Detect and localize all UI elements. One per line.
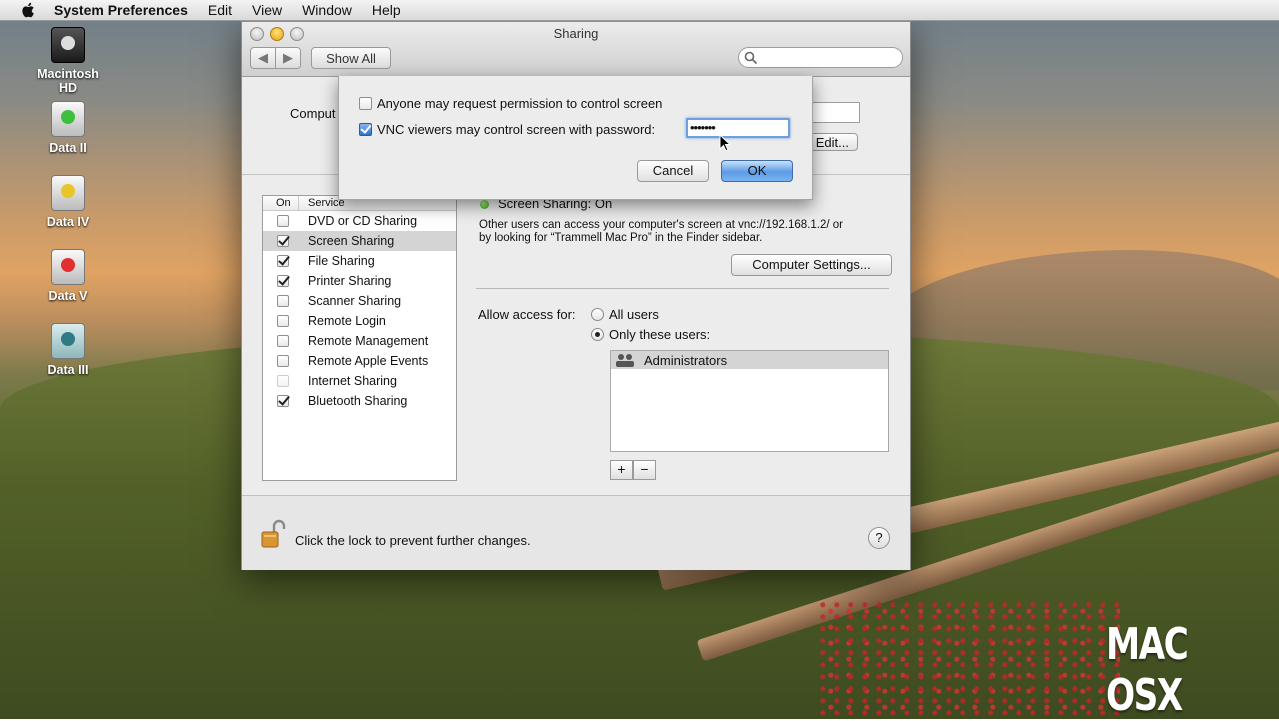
service-row-remote-login[interactable]: Remote Login	[263, 311, 456, 331]
external-disk-icon	[51, 175, 85, 211]
ok-button[interactable]: OK	[721, 160, 793, 182]
watermark-text: MAC OSX	[1106, 619, 1189, 721]
computer-name-field[interactable]	[810, 102, 860, 123]
service-checkbox[interactable]	[277, 395, 289, 407]
status-indicator-icon	[480, 200, 489, 209]
service-label: Scanner Sharing	[308, 294, 402, 308]
service-label: Remote Management	[308, 334, 429, 348]
service-label: Internet Sharing	[308, 374, 397, 388]
menu-window[interactable]: Window	[302, 2, 352, 18]
external-disk-icon	[51, 101, 85, 137]
help-button[interactable]: ?	[868, 527, 890, 549]
desktop-icon-data-iv[interactable]: Data IV	[28, 175, 108, 229]
lock-message: Click the lock to prevent further change…	[295, 533, 531, 548]
users-list: Administrators	[610, 350, 889, 452]
search-input[interactable]	[738, 47, 903, 68]
desktop-icon-label: Data II	[49, 141, 87, 155]
description-line: Other users can access your computer's s…	[479, 219, 843, 231]
request-permission-label[interactable]: Anyone may request permission to control…	[377, 96, 662, 111]
back-button[interactable]: ◀	[250, 47, 276, 69]
service-row-remote-apple-events[interactable]: Remote Apple Events	[263, 351, 456, 371]
forward-button[interactable]: ▶	[275, 47, 301, 69]
divider	[476, 288, 889, 289]
service-checkbox[interactable]	[277, 255, 289, 267]
service-label: Remote Apple Events	[308, 354, 429, 368]
vnc-password-checkbox[interactable]	[359, 123, 372, 136]
service-description: Other users can access your computer's s…	[479, 219, 879, 245]
desktop-icon-data-ii[interactable]: Data II	[28, 101, 108, 155]
all-users-label[interactable]: All users	[609, 307, 659, 322]
desktop-icon-label: Data IV	[46, 215, 90, 229]
request-permission-checkbox[interactable]	[359, 97, 372, 110]
service-checkbox[interactable]	[277, 335, 289, 347]
service-checkbox	[277, 375, 289, 387]
external-disk-icon	[51, 249, 85, 285]
service-checkbox[interactable]	[277, 275, 289, 287]
apple-menu-icon[interactable]	[20, 1, 38, 19]
menu-edit[interactable]: Edit	[208, 2, 232, 18]
user-label: Administrators	[644, 352, 728, 368]
computer-name-label: Comput	[290, 106, 336, 121]
computer-settings-button[interactable]: Computer Settings...	[731, 254, 892, 276]
service-row-dvd-sharing[interactable]: DVD or CD Sharing	[263, 211, 456, 231]
service-label: Printer Sharing	[308, 274, 392, 288]
service-checkbox[interactable]	[277, 295, 289, 307]
group-icon	[616, 354, 634, 367]
mouse-cursor-icon	[719, 134, 732, 152]
add-user-button[interactable]: +	[610, 460, 633, 480]
menu-app-name[interactable]: System Preferences	[54, 2, 188, 18]
menu-help[interactable]: Help	[372, 2, 401, 18]
desktop-icon-label: Macintosh HD	[37, 67, 99, 95]
service-row-internet-sharing[interactable]: Internet Sharing	[263, 371, 456, 391]
desktop-icon-data-v[interactable]: Data V	[28, 249, 108, 303]
only-these-users-radio[interactable]	[591, 328, 604, 341]
service-label: File Sharing	[308, 254, 375, 268]
cancel-button[interactable]: Cancel	[637, 160, 709, 182]
window-title: Sharing	[553, 26, 599, 41]
service-checkbox[interactable]	[277, 235, 289, 247]
service-row-remote-management[interactable]: Remote Management	[263, 331, 456, 351]
service-label: Screen Sharing	[308, 234, 395, 248]
service-row-scanner-sharing[interactable]: Scanner Sharing	[263, 291, 456, 311]
desktop-icon-data-iii[interactable]: Data III	[28, 323, 108, 377]
list-item[interactable]: Administrators	[611, 351, 888, 369]
time-machine-disk-icon	[51, 323, 85, 359]
unlocked-padlock-icon[interactable]	[260, 519, 288, 549]
all-users-radio[interactable]	[591, 308, 604, 321]
service-label: DVD or CD Sharing	[308, 214, 418, 228]
vnc-password-label[interactable]: VNC viewers may control screen with pass…	[377, 122, 655, 137]
menu-view[interactable]: View	[252, 2, 282, 18]
service-label: Bluetooth Sharing	[308, 394, 408, 408]
search-icon	[744, 51, 758, 65]
window-footer: Click the lock to prevent further change…	[242, 495, 910, 570]
only-these-users-label[interactable]: Only these users:	[609, 327, 710, 342]
service-row-bluetooth-sharing[interactable]: Bluetooth Sharing	[263, 391, 456, 411]
service-row-screen-sharing[interactable]: Screen Sharing	[263, 231, 456, 251]
service-checkbox[interactable]	[277, 215, 289, 227]
back-arrow-icon: ◀	[258, 50, 268, 65]
service-row-file-sharing[interactable]: File Sharing	[263, 251, 456, 271]
service-row-printer-sharing[interactable]: Printer Sharing	[263, 271, 456, 291]
request-permission-option[interactable]: Anyone may request permission to control…	[359, 96, 662, 111]
window-titlebar[interactable]: Sharing ◀ ▶ Show All	[242, 22, 910, 77]
internal-disk-icon	[51, 27, 85, 63]
description-line: by looking for “Trammell Mac Pro” in the…	[479, 232, 763, 244]
vnc-settings-sheet: Anyone may request permission to control…	[338, 76, 813, 200]
menu-bar: System Preferences Edit View Window Help	[0, 0, 1279, 21]
forward-arrow-icon: ▶	[283, 50, 293, 65]
service-label: Remote Login	[308, 314, 386, 328]
service-checkbox[interactable]	[277, 315, 289, 327]
service-checkbox[interactable]	[277, 355, 289, 367]
allow-access-label: Allow access for:	[478, 307, 576, 322]
desktop-icon-label: Data V	[48, 289, 88, 303]
desktop-icon-label: Data III	[47, 363, 89, 377]
column-on[interactable]: On	[263, 196, 299, 210]
service-list: On Service DVD or CD Sharing Screen Shar…	[262, 195, 457, 481]
vnc-password-option[interactable]: VNC viewers may control screen with pass…	[359, 122, 655, 137]
remove-user-button[interactable]: −	[633, 460, 656, 480]
show-all-button[interactable]: Show All	[311, 47, 391, 69]
vnc-password-field[interactable]: •••••••	[686, 118, 790, 138]
desktop-icon-macintosh-hd[interactable]: Macintosh HD	[28, 27, 108, 95]
